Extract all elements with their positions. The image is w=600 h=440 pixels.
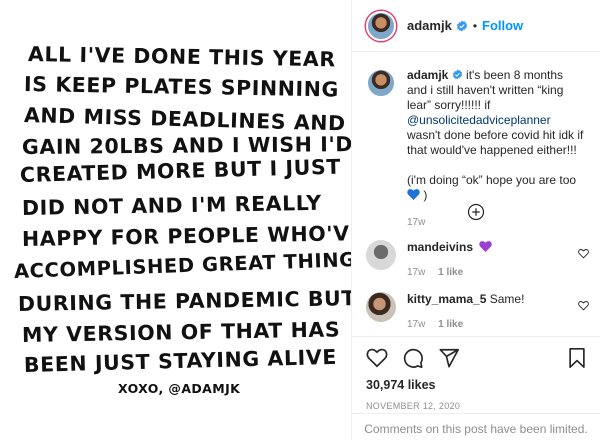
image-text-line: MY VERSION OF THAT HAS (21, 317, 341, 347)
share-icon[interactable] (438, 347, 460, 369)
comment-item: mandeivins 17w 1 like (366, 240, 591, 280)
bookmark-icon[interactable] (566, 347, 588, 369)
comment-body: kitty_mama_5 Same! 17w 1 like (407, 292, 524, 332)
comments-limited-notice: Comments on this post have been limited. (352, 413, 600, 436)
caption-text: wasn't done before covid hit idk if that… (407, 128, 584, 157)
heart-icon[interactable] (366, 347, 388, 369)
caption-mention-link[interactable]: @unsolicitedadviceplanner (407, 113, 551, 127)
comment-icon[interactable] (402, 347, 424, 369)
comment-timestamp[interactable]: 17w (407, 319, 425, 330)
instagram-post: ALL I'VE DONE THIS YEAR IS KEEP PLATES S… (0, 0, 600, 440)
commenter-avatar[interactable] (366, 240, 396, 270)
commenter-username[interactable]: mandeivins (407, 240, 473, 254)
image-text-line: HAPPY FOR PEOPLE WHO'VE (21, 221, 351, 251)
verified-badge-icon (456, 20, 467, 31)
load-more-comments[interactable] (352, 203, 600, 221)
comment-meta: 17w 1 like (407, 317, 524, 332)
plus-circle-icon[interactable] (467, 203, 485, 221)
likes-count[interactable]: 30,974 likes (366, 378, 588, 392)
comment-timestamp[interactable]: 17w (407, 267, 425, 278)
author-avatar[interactable] (366, 10, 396, 41)
caption-username[interactable]: adamjk (407, 68, 448, 82)
caption-avatar[interactable] (366, 68, 396, 98)
heart-icon[interactable] (578, 300, 589, 311)
comment-item: kitty_mama_5 Same! 17w 1 like (366, 292, 591, 332)
image-text-line: CREATED MORE BUT I JUST (19, 154, 342, 187)
image-text-line: ACCOMPLISHED GREAT THINGS (13, 247, 351, 283)
caption-text: ) (423, 188, 428, 202)
image-signoff: XOXO, @ADAMJK (118, 381, 241, 396)
verified-badge-icon (452, 68, 466, 82)
purple-heart-icon (479, 241, 493, 252)
image-text-line: DURING THE PANDEMIC BUT (17, 286, 351, 316)
image-text-line: IS KEEP PLATES SPINNING (23, 72, 340, 102)
action-bar (366, 346, 588, 370)
commenter-username[interactable]: kitty_mama_5 (407, 292, 486, 306)
follow-button[interactable]: Follow (482, 18, 523, 33)
comment-meta: 17w 1 like (407, 265, 492, 280)
post-date[interactable]: NOVEMBER 12, 2020 (366, 401, 588, 411)
commenter-avatar[interactable] (366, 292, 396, 322)
comment-body: mandeivins 17w 1 like (407, 240, 493, 280)
post-sidebar: adamjk • Follow adamjk it's been 8 month… (352, 0, 600, 440)
image-text-line: ALL I'VE DONE THIS YEAR (27, 42, 336, 72)
author-username[interactable]: adamjk (407, 18, 452, 33)
comment-likes[interactable]: 1 like (438, 267, 463, 278)
heart-icon[interactable] (578, 248, 589, 259)
image-text-line: AND MISS DEADLINES AND (23, 103, 347, 136)
post-image[interactable]: ALL I'VE DONE THIS YEAR IS KEEP PLATES S… (0, 0, 351, 440)
image-text-line: BEEN JUST STAYING ALIVE (23, 344, 338, 377)
post-actions: 30,974 likes NOVEMBER 12, 2020 (352, 336, 600, 411)
header-separator: • (472, 18, 478, 33)
post-header: adamjk • Follow (352, 0, 600, 52)
blue-heart-icon (407, 189, 420, 200)
comment-likes[interactable]: 1 like (438, 319, 463, 330)
image-text-line: DID NOT AND I'M REALLY (21, 190, 322, 220)
comment-text: Same! (489, 292, 525, 306)
caption-text: (i'm doing “ok” hope you are too (407, 173, 577, 187)
